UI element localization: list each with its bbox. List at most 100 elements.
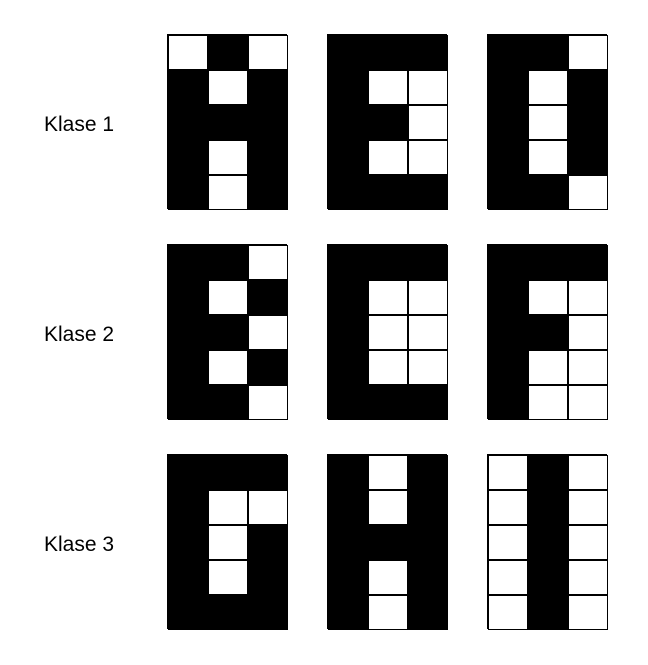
empty-cell — [568, 280, 608, 315]
filled-cell — [408, 595, 448, 630]
filled-cell — [248, 595, 288, 630]
filled-cell — [488, 175, 528, 210]
filled-cell — [168, 385, 208, 420]
filled-cell — [528, 525, 568, 560]
empty-cell — [408, 105, 448, 140]
empty-cell — [528, 70, 568, 105]
empty-cell — [568, 455, 608, 490]
filled-cell — [208, 105, 248, 140]
empty-cell — [208, 140, 248, 175]
empty-cell — [368, 280, 408, 315]
filled-cell — [328, 175, 368, 210]
filled-cell — [248, 140, 288, 175]
filled-cell — [168, 315, 208, 350]
empty-cell — [488, 455, 528, 490]
filled-cell — [528, 175, 568, 210]
empty-cell — [248, 35, 288, 70]
empty-cell — [488, 525, 528, 560]
filled-cell — [168, 105, 208, 140]
glyph-b-grid — [327, 34, 448, 210]
glyph-i-grid — [487, 454, 608, 630]
glyph-f-grid — [487, 244, 608, 420]
filled-cell — [328, 490, 368, 525]
empty-cell — [248, 245, 288, 280]
class-1-label: Klase 1 — [44, 113, 115, 136]
filled-cell — [248, 525, 288, 560]
filled-cell — [528, 595, 568, 630]
empty-cell — [368, 140, 408, 175]
filled-cell — [328, 385, 368, 420]
filled-cell — [208, 385, 248, 420]
filled-cell — [208, 315, 248, 350]
filled-cell — [248, 560, 288, 595]
filled-cell — [168, 175, 208, 210]
filled-cell — [328, 35, 368, 70]
empty-cell — [488, 560, 528, 595]
empty-cell — [488, 490, 528, 525]
filled-cell — [168, 350, 208, 385]
filled-cell — [168, 560, 208, 595]
filled-cell — [248, 175, 288, 210]
filled-cell — [528, 490, 568, 525]
empty-cell — [408, 280, 448, 315]
filled-cell — [168, 245, 208, 280]
empty-cell — [208, 280, 248, 315]
empty-cell — [368, 350, 408, 385]
filled-cell — [328, 70, 368, 105]
empty-cell — [168, 35, 208, 70]
filled-cell — [528, 245, 568, 280]
filled-cell — [328, 525, 368, 560]
filled-cell — [208, 245, 248, 280]
glyph-h-grid — [327, 454, 448, 630]
filled-cell — [408, 525, 448, 560]
filled-cell — [328, 245, 368, 280]
filled-cell — [488, 350, 528, 385]
empty-cell — [568, 595, 608, 630]
filled-cell — [328, 455, 368, 490]
empty-cell — [568, 385, 608, 420]
filled-cell — [168, 455, 208, 490]
filled-cell — [488, 70, 528, 105]
filled-cell — [568, 70, 608, 105]
empty-cell — [208, 490, 248, 525]
filled-cell — [488, 315, 528, 350]
empty-cell — [408, 350, 448, 385]
empty-cell — [568, 35, 608, 70]
filled-cell — [328, 280, 368, 315]
filled-cell — [488, 280, 528, 315]
glyph-a-grid — [167, 34, 288, 210]
filled-cell — [408, 560, 448, 595]
empty-cell — [528, 385, 568, 420]
filled-cell — [168, 525, 208, 560]
empty-cell — [408, 140, 448, 175]
filled-cell — [248, 455, 288, 490]
empty-cell — [368, 490, 408, 525]
glyph-d-grid — [487, 34, 608, 210]
filled-cell — [408, 455, 448, 490]
filled-cell — [568, 105, 608, 140]
empty-cell — [368, 455, 408, 490]
filled-cell — [248, 280, 288, 315]
empty-cell — [208, 70, 248, 105]
filled-cell — [208, 455, 248, 490]
empty-cell — [568, 525, 608, 560]
empty-cell — [248, 315, 288, 350]
empty-cell — [208, 525, 248, 560]
filled-cell — [488, 245, 528, 280]
empty-cell — [408, 70, 448, 105]
filled-cell — [208, 35, 248, 70]
empty-cell — [568, 175, 608, 210]
filled-cell — [488, 105, 528, 140]
filled-cell — [248, 105, 288, 140]
filled-cell — [248, 70, 288, 105]
empty-cell — [528, 350, 568, 385]
empty-cell — [248, 385, 288, 420]
filled-cell — [168, 140, 208, 175]
class-2-label: Klase 2 — [44, 323, 115, 346]
filled-cell — [328, 140, 368, 175]
empty-cell — [368, 315, 408, 350]
empty-cell — [368, 70, 408, 105]
filled-cell — [488, 140, 528, 175]
filled-cell — [168, 70, 208, 105]
glyph-c-grid — [327, 244, 448, 420]
